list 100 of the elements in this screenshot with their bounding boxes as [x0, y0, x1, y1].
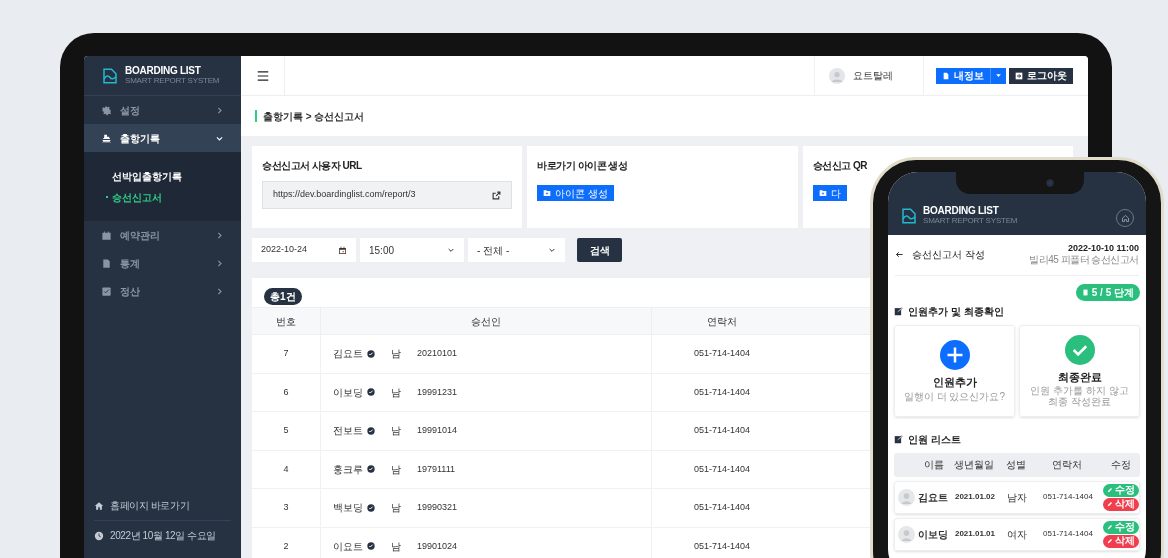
- chevron-down-icon: [548, 246, 556, 254]
- card-title: 승선신고서 사용자 URL: [262, 159, 362, 173]
- edit-note-icon: [894, 306, 903, 316]
- page-title: 승선신고서 작성: [912, 248, 985, 263]
- gender-text: 남: [391, 462, 401, 477]
- column-header: 번호: [276, 314, 296, 329]
- document-icon: [1081, 288, 1089, 296]
- gender-text: 남: [391, 385, 401, 400]
- home-icon: [1120, 213, 1130, 223]
- person-name: 이보딩: [918, 527, 948, 542]
- logo-title: BOARDING LIST: [125, 66, 202, 76]
- person-name: 김요트: [918, 490, 948, 505]
- action-description: 일행이 더 있으신가요?: [903, 390, 1006, 402]
- date-text: 2022년 10월 12일 수요일: [110, 529, 217, 543]
- menu-icon: [255, 68, 270, 83]
- table-cell: 6: [283, 385, 289, 399]
- breadcrumb: 출항기록 > 승선신고서: [263, 109, 365, 124]
- sidebar-item[interactable]: 출항기록: [84, 124, 241, 152]
- logout-button[interactable]: 로그아웃: [1009, 67, 1073, 84]
- avatar-icon: [898, 525, 915, 543]
- gender-text: 남: [391, 347, 401, 362]
- card-title: 바로가기 아이콘 생성: [537, 159, 628, 173]
- avatar-icon: [898, 488, 915, 506]
- edit-note-icon: [894, 434, 903, 444]
- caret-icon: [995, 72, 1002, 79]
- table-cell: 4: [283, 462, 289, 476]
- gender-text: 남: [391, 501, 401, 516]
- sign-in-icon: [1015, 71, 1023, 80]
- delete-button[interactable]: 삭제: [1103, 497, 1139, 511]
- action-card[interactable]: 최종완료 인원 추가를 하지 않고 최종 작성완료: [1019, 324, 1140, 417]
- time-select[interactable]: 15:00: [360, 238, 464, 262]
- column-header: 성별: [1005, 458, 1027, 473]
- home-icon: [94, 500, 104, 511]
- action-card[interactable]: 인원추가 일행이 더 있으신가요?: [894, 324, 1015, 417]
- external-link-icon: [492, 190, 502, 200]
- document-icon: [942, 71, 950, 80]
- url-field[interactable]: https://dev.boardinglist.com/report/3: [262, 181, 513, 209]
- folder-plus-icon: [543, 189, 552, 197]
- action-title: 인원추가: [932, 375, 977, 390]
- submenu-item[interactable]: 승선신고서: [106, 189, 213, 205]
- gender-text: 남: [391, 424, 401, 439]
- column-header: 연락처: [1051, 458, 1083, 473]
- create-button[interactable]: 다: [812, 185, 847, 201]
- column-header: 생년월일: [953, 458, 995, 473]
- sidebar-item[interactable]: 설정: [84, 96, 241, 124]
- action-title: 최종완료: [1057, 369, 1102, 385]
- table-cell-text: 051-714-1404: [692, 424, 752, 437]
- birth-date: 20210101: [417, 347, 458, 360]
- column-header: 연락처: [706, 314, 738, 329]
- status-select[interactable]: - 전체 -: [468, 238, 565, 262]
- date-time: 2022-10-10 11:00: [1067, 243, 1139, 255]
- profile-button[interactable]: 내정보: [936, 67, 1006, 84]
- table-cell-text: 5: [283, 424, 289, 437]
- calendar-icon: [338, 245, 347, 255]
- chevron-right-icon: [215, 258, 224, 268]
- logo-icon: [900, 206, 918, 225]
- submenu-item[interactable]: 선박입출항기록: [112, 168, 213, 184]
- create-button[interactable]: 아이콘 생성: [537, 185, 615, 201]
- chevron-down-icon: [447, 246, 455, 254]
- phone-number: 051-714-1404: [1042, 491, 1094, 504]
- logo-title: BOARDING LIST: [923, 206, 1000, 216]
- birth-date: 19991231: [417, 385, 458, 399]
- birth-date: 2021.01.01: [953, 528, 996, 541]
- gender-text: 남: [391, 539, 401, 554]
- table-cell-text: 051-714-1404: [692, 501, 752, 514]
- check-icon: [101, 285, 112, 297]
- column-header: 수정: [1110, 458, 1132, 473]
- user-name: 요트탈레: [853, 69, 893, 83]
- ship-icon: [101, 132, 112, 144]
- chevron-right-icon: [215, 286, 224, 296]
- passenger-name: 김요트: [333, 347, 363, 362]
- passenger-name: 이보딩: [333, 385, 363, 400]
- sidebar-item[interactable]: 통계: [84, 249, 241, 277]
- delete-button[interactable]: 삭제: [1103, 534, 1139, 548]
- homepage-link[interactable]: 홈페이지 바로가기: [110, 498, 190, 513]
- passenger-name: 홍크루: [333, 462, 363, 477]
- table-cell-text: 051-714-1404: [692, 539, 752, 553]
- calendar-icon: [101, 229, 112, 241]
- count-badge: 총1건: [264, 288, 302, 305]
- logo-icon: [101, 66, 119, 85]
- table-cell-text: 051-714-1404: [692, 462, 752, 476]
- passenger-name: 백보딩: [333, 501, 363, 516]
- search-button[interactable]: 검색: [577, 238, 622, 262]
- table-cell-text: 7: [283, 347, 289, 360]
- section-title: 인원추가 및 최종확인: [908, 304, 1004, 319]
- camera-icon: [1046, 179, 1054, 187]
- logo-subtitle: SMART REPORT SYSTEM: [923, 217, 1018, 225]
- plus-icon: [939, 340, 970, 370]
- gear-icon: [101, 104, 112, 116]
- report-subtitle: 빌리45 피플터 승선신고서: [1029, 254, 1139, 267]
- date-field[interactable]: 2022-10-24: [252, 238, 356, 262]
- passenger-name: 이요트: [333, 539, 363, 554]
- birth-date: 2021.01.02: [953, 491, 996, 504]
- table-cell-text: 3: [283, 501, 289, 514]
- sidebar-item[interactable]: 정산: [84, 277, 241, 305]
- phone-number: 051-714-1404: [1042, 528, 1094, 541]
- sidebar-item[interactable]: 예약관리: [84, 221, 241, 249]
- folder-plus-icon: [818, 189, 827, 197]
- card-title: 승선신고 QR: [812, 159, 867, 173]
- column-header: 승선인: [471, 314, 501, 329]
